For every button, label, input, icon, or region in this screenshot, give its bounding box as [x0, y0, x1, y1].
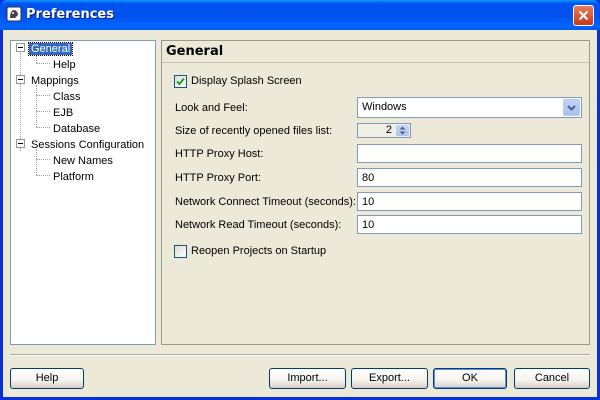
title-bar[interactable]: Preferences [0, 0, 600, 30]
proxy-port-label: HTTP Proxy Port: [175, 172, 261, 184]
recent-files-value: 2 [385, 124, 392, 136]
general-settings-panel: General Display Splash Screen Look and F… [161, 40, 590, 345]
tree-connector [36, 127, 50, 128]
help-button[interactable]: Help [10, 368, 84, 389]
tree-connector [36, 85, 37, 127]
preferences-tree[interactable]: General Help Mappings Class EJB Database… [10, 40, 156, 345]
checkmark-icon [176, 77, 185, 86]
tree-item-platform[interactable]: Platform [51, 169, 96, 185]
tree-connector [20, 53, 21, 151]
collapse-icon[interactable] [16, 139, 25, 148]
preferences-window: Preferences General Help Mappings Class … [0, 0, 600, 400]
tree-item-label: Mappings [31, 75, 79, 87]
tree-item-label: EJB [53, 107, 74, 119]
tree-item-class[interactable]: Class [51, 89, 83, 105]
look-and-feel-label: Look and Feel: [175, 102, 248, 114]
ok-button[interactable]: OK [433, 368, 507, 389]
close-button[interactable] [573, 5, 594, 26]
divider [10, 354, 590, 356]
tree-item-help[interactable]: Help [51, 57, 78, 73]
tree-item-general[interactable]: General [27, 41, 74, 57]
tree-item-ejb[interactable]: EJB [51, 105, 75, 121]
read-timeout-label: Network Read Timeout (seconds): [175, 219, 342, 231]
tree-item-label: Platform [53, 171, 94, 183]
tree-connector [36, 175, 50, 176]
spinner-arrows-icon[interactable] [396, 125, 409, 136]
recent-files-spinner[interactable]: 2 [357, 123, 411, 138]
collapse-icon[interactable] [16, 75, 25, 84]
look-and-feel-select[interactable]: Windows [357, 97, 582, 118]
cancel-button[interactable]: Cancel [514, 368, 590, 389]
tree-item-database[interactable]: Database [51, 121, 102, 137]
collapse-icon[interactable] [16, 43, 25, 52]
reopen-projects-label[interactable]: Reopen Projects on Startup [191, 244, 326, 258]
page-title: General [166, 44, 224, 59]
panel-header: General [162, 41, 589, 63]
connect-timeout-input[interactable] [357, 192, 582, 211]
tree-item-new-names[interactable]: New Names [51, 153, 115, 169]
proxy-host-input[interactable] [357, 144, 582, 163]
close-icon [578, 10, 589, 21]
look-and-feel-value: Windows [362, 101, 407, 113]
recent-files-label: Size of recently opened files list: [175, 125, 333, 137]
tree-item-sessions-configuration[interactable]: Sessions Configuration [29, 137, 146, 153]
reopen-projects-checkbox[interactable] [174, 245, 187, 258]
tree-connector [36, 111, 50, 112]
chevron-down-icon[interactable] [563, 99, 580, 116]
tree-item-label: Class [53, 91, 81, 103]
read-timeout-input[interactable] [357, 215, 582, 234]
export-button[interactable]: Export... [351, 368, 428, 389]
proxy-port-input[interactable] [357, 168, 582, 187]
dialog-body: General Help Mappings Class EJB Database… [3, 30, 597, 397]
tree-item-label: Sessions Configuration [31, 139, 145, 151]
tree-item-label: New Names [53, 155, 113, 167]
tree-connector [36, 63, 50, 64]
tree-item-label: General [27, 42, 74, 56]
tree-connector [36, 159, 50, 160]
import-button[interactable]: Import... [269, 368, 346, 389]
tree-connector [36, 95, 50, 96]
app-icon [6, 6, 22, 22]
tree-item-label: Database [53, 123, 101, 135]
proxy-host-label: HTTP Proxy Host: [175, 148, 264, 160]
splash-screen-label[interactable]: Display Splash Screen [191, 74, 302, 88]
tree-item-label: Help [53, 59, 76, 71]
window-title: Preferences [26, 7, 114, 22]
connect-timeout-label: Network Connect Timeout (seconds): [175, 196, 356, 208]
splash-screen-checkbox[interactable] [174, 75, 187, 88]
tree-item-mappings[interactable]: Mappings [29, 73, 81, 89]
